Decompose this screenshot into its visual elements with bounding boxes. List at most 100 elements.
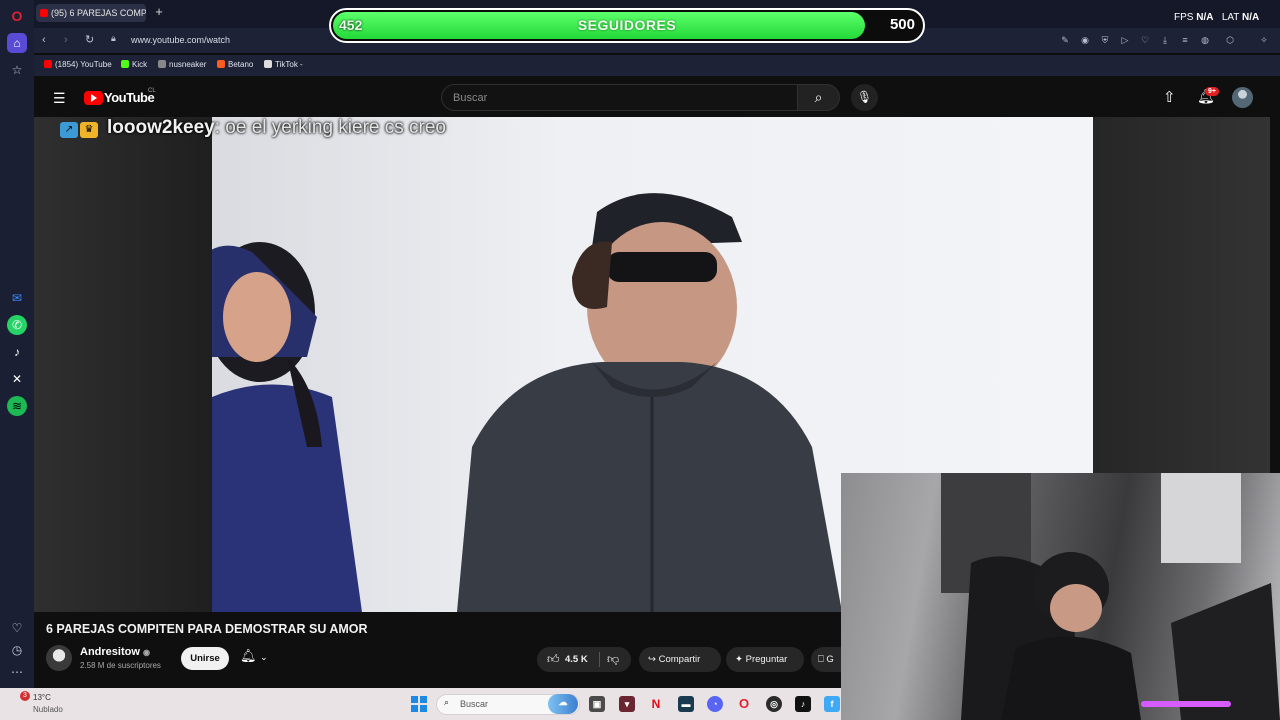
task-view-icon[interactable]: ▣ (589, 696, 605, 712)
prime-badge-icon: ↗ (60, 122, 78, 138)
notification-count-badge: 9+ (1205, 87, 1219, 96)
youtube-logo-text[interactable]: YouTube (104, 90, 155, 105)
account-avatar[interactable] (1232, 87, 1253, 108)
like-count[interactable]: 4.5 K (565, 647, 588, 672)
bookmark-betano[interactable]: Betano (217, 60, 253, 69)
widgets-icon[interactable]: ☁ (548, 694, 578, 714)
heart-outline-icon[interactable]: ♡ (1139, 34, 1151, 46)
region-code: CL (148, 88, 156, 94)
search-input[interactable]: Buscar (441, 84, 798, 111)
man-sunglasses (607, 252, 717, 282)
video-title: 6 PAREJAS COMPITEN PARA DEMOSTRAR SU AMO… (46, 622, 368, 636)
netflix-icon[interactable]: N (648, 696, 664, 712)
dislike-icon[interactable]: 👎︎ (607, 647, 619, 672)
opera-taskbar-icon[interactable]: O (736, 696, 752, 712)
obs-icon[interactable]: ◎ (766, 696, 782, 712)
webcam-rgb-light (1141, 701, 1231, 707)
video-blur-right (1093, 117, 1270, 473)
like-divider (599, 652, 600, 667)
subscription-bell-icon[interactable]: 🔔︎ ⌄ (240, 648, 268, 664)
bookmark-nusneaker[interactable]: nusneaker (158, 60, 206, 69)
opera-menu-icon[interactable]: O (7, 6, 27, 26)
player-icon[interactable]: ▷ (1119, 34, 1131, 46)
weather-description[interactable]: Nublado (33, 705, 63, 714)
nusneaker-icon (158, 60, 166, 68)
webcam-person-hoodie (1001, 636, 1141, 720)
microphone-icon[interactable]: 🎙︎ (851, 84, 878, 111)
reload-icon[interactable]: ↻ (85, 33, 94, 46)
forward-icon[interactable]: › (64, 34, 68, 46)
edit-icon[interactable]: ✎ (1059, 34, 1071, 46)
ask-label: Preguntar (745, 654, 788, 665)
history-icon[interactable]: ◷ (7, 640, 27, 660)
app-icon[interactable]: f (824, 696, 840, 712)
video-blur-left (34, 117, 212, 612)
fps-value: N/A (1196, 12, 1214, 23)
betano-icon (217, 60, 225, 68)
upload-icon[interactable]: ⇧ (1163, 88, 1176, 106)
bookmark-tiktok[interactable]: TikTok - (264, 60, 303, 69)
channel-avatar[interactable] (46, 645, 72, 671)
save-label: G (826, 654, 834, 665)
whatsapp-icon[interactable]: ✆ (7, 315, 27, 335)
stream-stats: FPS N/A LAT N/A (1174, 12, 1259, 23)
store-icon[interactable]: ▬ (678, 696, 694, 712)
tab-youtube[interactable]: (95) 6 PAREJAS COMPITEN PARA DEMOSTRAR S… (36, 4, 146, 22)
tiktok-taskbar-icon[interactable]: ♪ (795, 696, 811, 712)
ask-button[interactable]: ✦ Preguntar (726, 647, 804, 672)
bookmark-youtube[interactable]: (1854) YouTube (44, 60, 112, 69)
windows-start-icon[interactable] (411, 696, 427, 712)
tab-title: (95) 6 PAREJAS COMPITEN PARA DEMOSTRAR S… (51, 8, 146, 18)
lat-value: N/A (1242, 12, 1260, 23)
channel-name[interactable]: Andresitow ◉ (80, 646, 150, 658)
like-icon[interactable]: 👍︎ (547, 647, 560, 672)
search-icon[interactable]: ⌕ (798, 84, 840, 111)
man-hoodie (457, 362, 842, 612)
chat-text: : oe el yerking kiere cs creo (214, 117, 446, 138)
weather-temperature[interactable]: 13°C (33, 693, 51, 702)
editor-app-icon[interactable]: ▾ (619, 696, 635, 712)
crown-badge-icon: ♛ (80, 122, 98, 138)
menu-lines-icon[interactable]: ≡ (1179, 34, 1191, 46)
bookmark-kick[interactable]: Kick (121, 60, 147, 69)
sparkle-icon: ✦ (735, 654, 743, 665)
fps-label: FPS (1174, 12, 1194, 23)
man-hair (572, 241, 612, 309)
chat-username: looow2keey (107, 117, 215, 138)
download-icon[interactable]: ⤓ (1159, 34, 1171, 46)
file-icon (264, 60, 272, 68)
spotify-icon[interactable]: ≋ (7, 396, 27, 416)
share-label: Compartir (658, 654, 701, 665)
follower-goal-bar: 452 SEGUIDORES 500 (329, 8, 925, 43)
share-button[interactable]: ↪ Compartir (639, 647, 721, 672)
more-icon[interactable]: ⋯ (7, 662, 27, 682)
profile-icon[interactable]: ◍ (1199, 34, 1211, 46)
webcam-monitor (1171, 583, 1280, 720)
home-icon[interactable]: ⌂ (7, 33, 27, 53)
join-button[interactable]: Unirse (181, 647, 229, 670)
heart-icon[interactable]: ♡ (7, 618, 27, 638)
hamburger-menu-icon[interactable]: ☰ (53, 90, 66, 107)
webcam-scene-illustration (941, 473, 1280, 720)
youtube-logo-icon[interactable] (84, 91, 103, 105)
new-tab-button[interactable]: + (152, 5, 166, 19)
star-icon[interactable]: ☆ (7, 60, 27, 80)
camera-icon[interactable]: ◉ (1079, 34, 1091, 46)
browser-sidebar: O ⌂ ☆ ✉ ✆ ♪ ✕ ≋ ♡ ◷ ⋯ (0, 0, 34, 688)
back-icon[interactable]: ‹ (42, 34, 46, 46)
webcam-overlay (841, 473, 1280, 720)
extensions-icon[interactable]: ⬡ (1224, 34, 1236, 46)
lock-icon: 🔒︎ (111, 33, 116, 43)
tiktok-icon[interactable]: ♪ (7, 342, 27, 362)
follower-label: SEGUIDORES (577, 17, 677, 33)
shield-icon[interactable]: ⛨ (1099, 34, 1111, 46)
x-twitter-icon[interactable]: ✕ (7, 369, 27, 389)
webcam-person-face (1050, 584, 1102, 632)
aria-icon[interactable]: ✧ (1255, 34, 1273, 46)
messenger-icon[interactable]: ✉ (7, 288, 27, 308)
channel-name-text: Andresitow (80, 646, 140, 658)
discord-icon[interactable]: ◔ (707, 696, 723, 712)
url-field[interactable]: www.youtube.com/watch (131, 35, 230, 45)
youtube-icon (44, 60, 52, 68)
chat-message: looow2keey: oe el yerking kiere cs creo (107, 117, 446, 139)
